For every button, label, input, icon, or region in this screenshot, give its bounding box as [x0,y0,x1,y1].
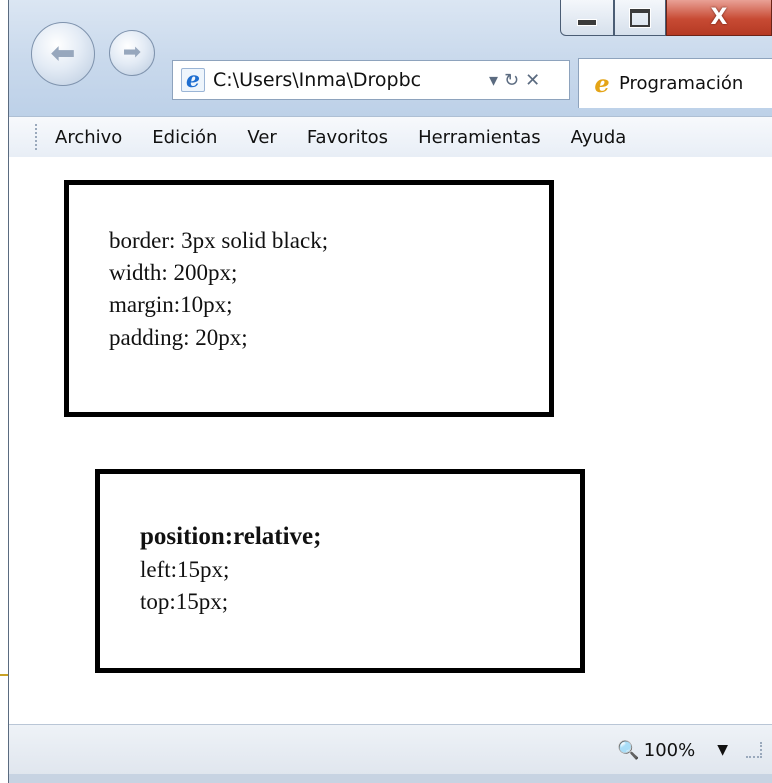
address-text[interactable]: C:\Users\Inma\Dropbc [213,69,483,91]
demo-box-relative: position:relative; left:15px; top:15px; [95,469,585,673]
chevron-down-icon[interactable]: ▼ [717,742,728,758]
refresh-icon[interactable]: ↻ [504,70,519,91]
box-line: width: 200px; [109,260,238,286]
toolbar-grip[interactable] [35,124,41,150]
address-bar[interactable]: e C:\Users\Inma\Dropbc ▾ ↻ ✕ [172,60,570,100]
menu-bar: Archivo Edición Ver Favoritos Herramient… [9,116,772,158]
forward-button[interactable]: ➡ [109,30,155,76]
menu-archivo[interactable]: Archivo [55,127,122,148]
window-bottom-edge [9,774,772,783]
box-line: padding: 20px; [109,324,248,350]
close-button[interactable]: X [666,0,772,36]
box-line: border: 3px solid black; [109,228,329,253]
tab-title: Programación [619,73,744,94]
close-icon: X [710,5,728,30]
browser-window: X ⬅ ➡ e C:\Users\Inma\Dropbc ▾ ↻ ✕ e Pro… [8,0,772,783]
menu-ver[interactable]: Ver [247,127,276,148]
back-arrow-icon: ⬅ [50,36,76,71]
menu-ayuda[interactable]: Ayuda [571,127,627,148]
browser-tab[interactable]: e Programación [578,58,772,108]
demo-box-static: border: 3px solid black; width: 200px; m… [64,180,554,417]
resize-grip-icon[interactable] [746,742,762,758]
maximize-button[interactable] [614,0,666,36]
box-heading: position:relative; [140,523,322,550]
minimize-icon [577,19,597,26]
page-content: border: 3px solid black; width: 200px; m… [9,157,772,724]
maximize-icon [630,8,650,27]
back-button[interactable]: ⬅ [31,22,95,86]
address-dropdown-icon[interactable]: ▾ [489,70,498,91]
box-line: top:15px; [140,589,229,615]
menu-herramientas[interactable]: Herramientas [418,127,541,148]
tab-ie-icon: e [594,69,610,98]
zoom-icon: 🔍 [617,739,640,761]
stop-icon[interactable]: ✕ [525,70,540,91]
minimize-button[interactable] [560,0,614,36]
status-bar: 🔍 100% ▼ [9,724,772,775]
zoom-level: 100% [643,739,696,761]
box-line: margin:10px; [109,292,233,318]
page-icon: e [181,67,205,93]
zoom-control[interactable]: 🔍 100% ▼ [617,740,728,761]
menu-favoritos[interactable]: Favoritos [307,127,388,148]
menu-edicion[interactable]: Edición [152,127,217,148]
forward-arrow-icon: ➡ [122,40,142,65]
box-line: left:15px; [140,557,230,582]
